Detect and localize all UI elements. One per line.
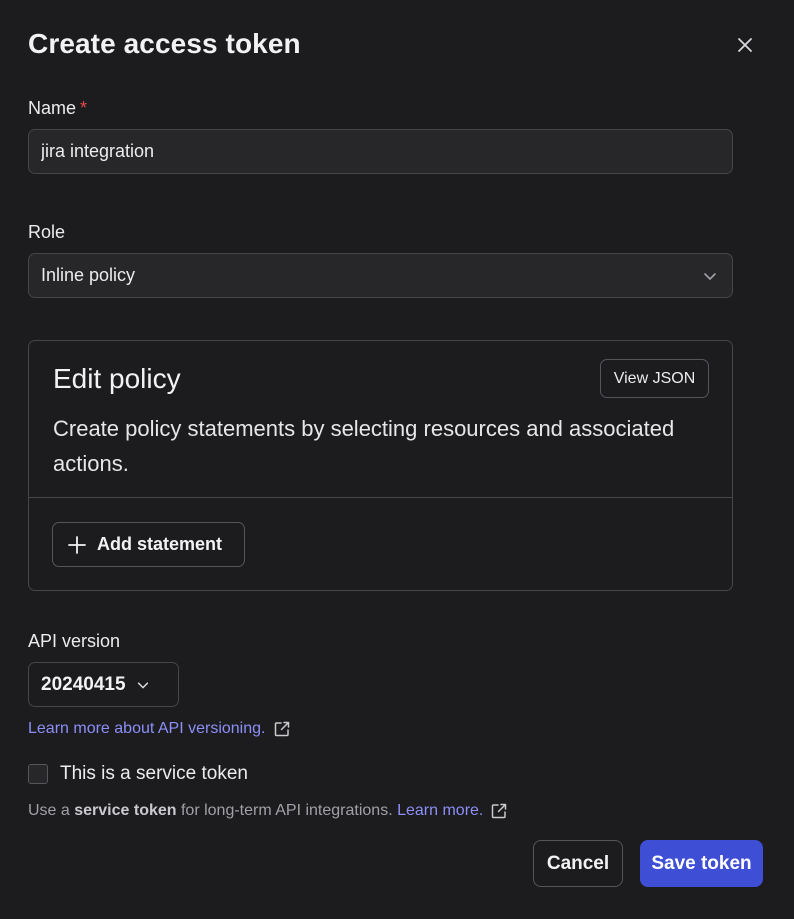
help-bold: service token [74, 802, 177, 819]
chevron-down-icon [704, 273, 716, 280]
close-button[interactable] [731, 31, 759, 59]
api-version-value: 20240415 [41, 673, 126, 695]
help-suffix: for long-term API integrations. [180, 802, 393, 819]
api-version-select[interactable]: 20240415 [28, 662, 179, 707]
external-link-icon[interactable] [490, 802, 508, 820]
api-version-label: API version [28, 631, 121, 651]
service-token-learn-more-link[interactable]: Learn more. [397, 802, 483, 820]
required-marker: * [80, 98, 88, 118]
service-token-checkbox[interactable] [28, 764, 48, 784]
chevron-down-icon [137, 681, 148, 688]
api-versioning-link-row: Learn more about API versioning. [28, 720, 291, 738]
service-token-row: This is a service token [28, 763, 248, 785]
name-label: Name * [28, 98, 87, 119]
help-prefix: Use a [28, 802, 70, 819]
add-statement-button[interactable]: Add statement [52, 522, 245, 567]
view-json-button[interactable]: View JSON [600, 359, 709, 398]
save-token-button[interactable]: Save token [640, 840, 763, 887]
service-token-label: This is a service token [60, 763, 248, 784]
create-token-dialog: Create access token Name* Role Inline po… [0, 0, 794, 919]
edit-policy-panel: Edit policy View JSON Create policy stat… [28, 340, 733, 591]
role-label: Role [28, 222, 66, 242]
role-selected-value: Inline policy [41, 265, 136, 285]
policy-divider [29, 497, 732, 498]
dialog-title: Create access token [28, 28, 301, 59]
plus-icon [68, 535, 86, 554]
policy-description: Create policy statements by selecting re… [53, 416, 675, 476]
close-icon [738, 38, 752, 52]
api-versioning-link[interactable]: Learn more about API versioning. [28, 720, 265, 738]
policy-title: Edit policy [53, 363, 181, 394]
role-select[interactable]: Inline policy [28, 253, 733, 298]
name-input[interactable] [28, 129, 733, 174]
cancel-button[interactable]: Cancel [533, 840, 623, 887]
external-link-icon[interactable] [273, 720, 291, 738]
service-token-help: Use a service token for long-term API in… [28, 802, 508, 820]
name-label-text: Name [28, 98, 77, 118]
add-statement-label: Add statement [97, 534, 223, 554]
